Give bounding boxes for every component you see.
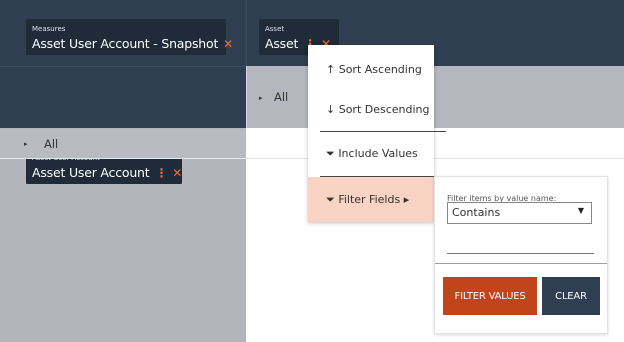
filter-icon: ⏷: [326, 193, 335, 206]
panel-divider: [435, 263, 607, 264]
filter-fields-panel: Filter items by value name: Contains ▼ F…: [434, 176, 608, 334]
menu-item-include-values[interactable]: ⏷ Include Values: [308, 133, 434, 173]
field-context-menu: ↑ Sort Ascending ↓ Sort Descending ⏷ Inc…: [308, 45, 446, 222]
filter-operator-select[interactable]: Contains ▼: [447, 202, 592, 224]
close-icon[interactable]: ✕: [223, 37, 233, 51]
sort-descending-label: Sort Descending: [338, 103, 430, 116]
column-field-caption: Asset: [265, 25, 285, 33]
menu-item-filter-fields[interactable]: ⏷ Filter Fields ▸: [308, 177, 434, 222]
submenu-arrow-icon: ▸: [403, 193, 410, 206]
expand-icon[interactable]: ▸: [24, 140, 28, 148]
column-all-label: All: [274, 90, 289, 104]
menu-divider: [320, 131, 446, 132]
filter-fields-label: Filter Fields: [338, 193, 401, 206]
divider: [246, 158, 624, 159]
row-all[interactable]: ▸ All: [0, 129, 246, 159]
row-field-value: Asset User Account ⋮ ✕: [32, 165, 183, 180]
pivot-view: Measures Asset User Account - Snapshot ✕ …: [0, 0, 624, 342]
measures-pill-value: Asset User Account - Snapshot ✕: [32, 36, 234, 51]
sort-descending-icon: ↓: [326, 103, 336, 116]
sort-ascending-label: Sort Ascending: [338, 63, 422, 76]
filter-value-input[interactable]: [447, 234, 594, 254]
expand-icon[interactable]: ▸: [259, 94, 263, 102]
menu-item-sort-descending[interactable]: ↓ Sort Descending: [308, 89, 434, 129]
close-icon[interactable]: ✕: [172, 166, 182, 180]
dropdown-arrow-icon: ▼: [577, 206, 584, 215]
measures-header: Measures Asset User Account - Snapshot ✕: [0, 0, 246, 66]
rows-header: Asset User Account Asset User Account⋮✕: [0, 66, 246, 184]
clear-button[interactable]: CLEAR: [542, 277, 600, 315]
filter-values-button[interactable]: FILTER VALUES: [443, 277, 537, 315]
column-all[interactable]: ▸ All: [246, 66, 624, 128]
measures-pill[interactable]: Measures Asset User Account - Snapshot ✕: [26, 19, 233, 55]
columns-header: Asset Asset ⋮ ✕: [246, 0, 624, 66]
filter-operator-value: Contains: [452, 206, 501, 219]
kebab-menu-icon[interactable]: ⋮: [155, 166, 167, 180]
menu-item-sort-ascending[interactable]: ↑ Sort Ascending: [308, 49, 434, 89]
include-values-label: Include Values: [338, 147, 418, 160]
filter-icon: ⏷: [326, 147, 335, 160]
row-all-label: All: [44, 137, 59, 151]
measures-pill-caption: Measures: [32, 25, 66, 33]
sort-ascending-icon: ↑: [326, 63, 336, 76]
